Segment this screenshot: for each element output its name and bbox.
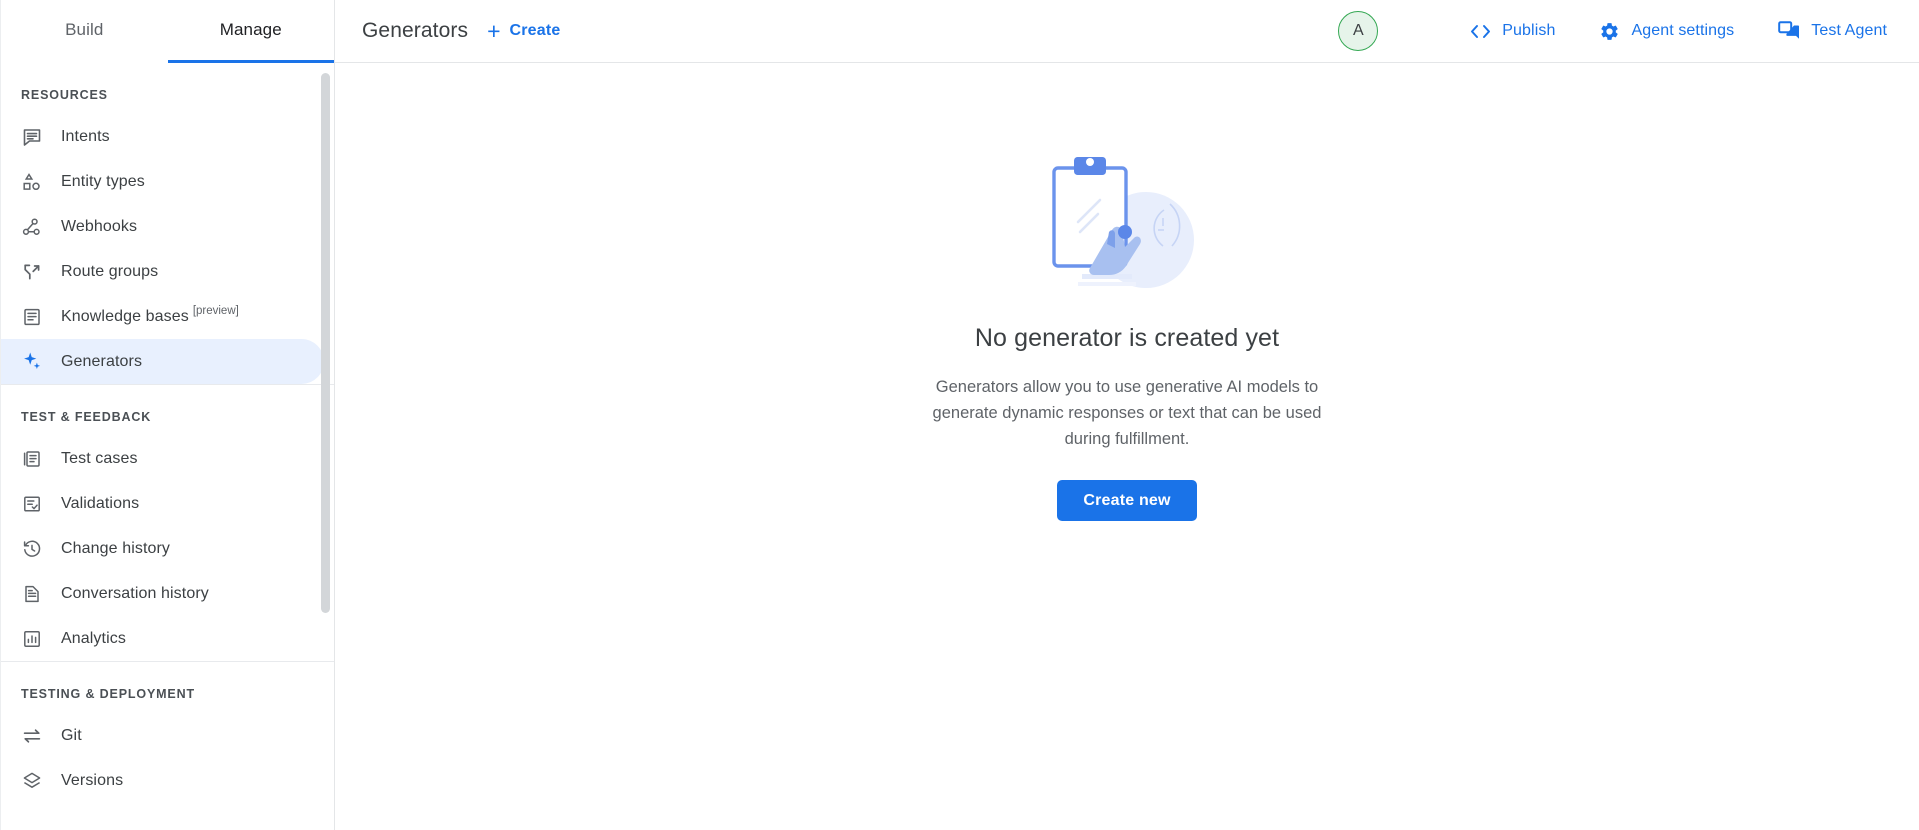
create-generator-link[interactable]: + Create xyxy=(487,20,560,43)
sidebar-item-label: Entity types xyxy=(61,173,145,191)
agent-settings-label: Agent settings xyxy=(1631,22,1734,40)
sidebar-item-label: Webhooks xyxy=(61,218,137,236)
checklist-icon xyxy=(21,493,43,515)
sidebar-section-test-feedback: TEST & FEEDBACK Test cases xyxy=(1,384,334,661)
sidebar-item-label: Route groups xyxy=(61,263,158,281)
empty-state-title: No generator is created yet xyxy=(975,324,1279,353)
tab-build[interactable]: Build xyxy=(1,0,168,63)
sidebar-section-resources: RESOURCES Intents xyxy=(1,63,334,384)
sidebar-item-validations[interactable]: Validations xyxy=(1,481,324,526)
shapes-icon xyxy=(21,171,43,193)
comment-lines-icon xyxy=(21,126,43,148)
sidebar-scrollbar-thumb[interactable] xyxy=(321,73,330,613)
create-new-button[interactable]: Create new xyxy=(1057,480,1196,521)
sidebar-item-label: Test cases xyxy=(61,450,138,468)
sidebar-item-label: Generators xyxy=(61,353,142,371)
sidebar-section-title: RESOURCES xyxy=(1,63,334,114)
sidebar-item-label: Change history xyxy=(61,540,170,558)
sidebar-section-title: TEST & FEEDBACK xyxy=(1,385,334,436)
app-root: Build Manage Generators + Create A xyxy=(0,0,1919,830)
create-link-label: Create xyxy=(510,22,561,40)
main-content: No generator is created yet Generators a… xyxy=(335,63,1919,830)
avatar[interactable]: A xyxy=(1338,11,1378,51)
page-title: Generators xyxy=(362,19,468,43)
tab-build-label: Build xyxy=(65,20,103,40)
sidebar-item-label: Versions xyxy=(61,772,123,790)
tab-manage-label: Manage xyxy=(220,20,282,40)
stacked-docs-icon xyxy=(21,448,43,470)
sidebar-item-label: Validations xyxy=(61,495,139,513)
test-agent-label: Test Agent xyxy=(1811,22,1887,40)
sidebar-section-title: TESTING & DEPLOYMENT xyxy=(1,662,334,713)
history-clock-icon xyxy=(21,538,43,560)
code-brackets-icon xyxy=(1470,23,1491,40)
avatar-initial: A xyxy=(1353,22,1364,40)
empty-state: No generator is created yet Generators a… xyxy=(917,63,1337,830)
body-row: RESOURCES Intents xyxy=(0,63,1919,830)
file-text-icon xyxy=(21,583,43,605)
sidebar-item-test-cases[interactable]: Test cases xyxy=(1,436,324,481)
header-actions: A Publish Agent xyxy=(1338,11,1897,51)
gear-icon xyxy=(1599,21,1620,42)
sidebar-item-intents[interactable]: Intents xyxy=(1,114,324,159)
sidebar-item-versions[interactable]: Versions xyxy=(1,758,324,803)
document-lines-icon xyxy=(21,306,43,328)
page-header: Generators + Create A Publish xyxy=(335,0,1919,63)
test-agent-button[interactable]: Test Agent xyxy=(1768,15,1897,47)
publish-button[interactable]: Publish xyxy=(1460,16,1565,46)
branch-arrow-icon xyxy=(21,261,43,283)
sidebar-item-label: Git xyxy=(61,727,82,745)
plus-icon: + xyxy=(487,20,500,43)
sidebar-item-webhooks[interactable]: Webhooks xyxy=(1,204,324,249)
sidebar-item-label: Conversation history xyxy=(61,585,209,603)
sidebar-item-generators[interactable]: Generators xyxy=(1,339,324,384)
sidebar-item-change-history[interactable]: Change history xyxy=(1,526,324,571)
clipboard-hand-illustration xyxy=(1022,148,1232,308)
sidebar-item-git[interactable]: Git xyxy=(1,713,324,758)
chat-bubbles-icon xyxy=(1778,21,1800,41)
layers-icon xyxy=(21,770,43,792)
sidebar-item-route-groups[interactable]: Route groups xyxy=(1,249,324,294)
mode-tabbar: Build Manage xyxy=(0,0,335,63)
agent-settings-button[interactable]: Agent settings xyxy=(1589,15,1744,48)
preview-badge: [preview] xyxy=(193,305,239,317)
tab-manage[interactable]: Manage xyxy=(168,0,335,63)
sidebar-section-testing-deployment: TESTING & DEPLOYMENT Git xyxy=(1,661,334,803)
sidebar-scroll-area: RESOURCES Intents xyxy=(1,63,334,830)
bar-chart-icon xyxy=(21,628,43,650)
sidebar-item-knowledge-bases[interactable]: Knowledge bases [preview] xyxy=(1,294,324,339)
empty-state-description: Generators allow you to use generative A… xyxy=(917,374,1337,452)
sidebar-item-label: Intents xyxy=(61,128,110,146)
sparkle-icon xyxy=(21,351,43,373)
sidebar-item-label: Knowledge bases xyxy=(61,308,189,326)
sidebar-item-entity-types[interactable]: Entity types xyxy=(1,159,324,204)
sidebar-item-conversation-history[interactable]: Conversation history xyxy=(1,571,324,616)
sync-arrows-icon xyxy=(21,725,43,747)
publish-label: Publish xyxy=(1502,22,1555,40)
sidebar-item-label: Analytics xyxy=(61,630,126,648)
sidebar: RESOURCES Intents xyxy=(0,63,335,830)
top-row: Build Manage Generators + Create A xyxy=(0,0,1919,63)
sidebar-item-analytics[interactable]: Analytics xyxy=(1,616,324,661)
nodes-icon xyxy=(21,216,43,238)
